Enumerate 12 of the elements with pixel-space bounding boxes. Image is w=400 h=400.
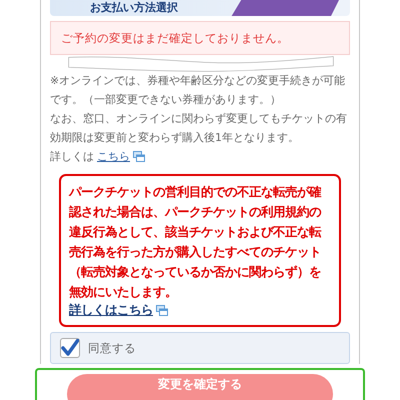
agree-label: 同意する [88, 340, 136, 356]
warning-text: パークチケットの営利目的での不正な転売が確認された場合は、パークチケットの利用規約の違反行為として、該当チケットおよび不正な転売行為を行った方が購入したすべてのチケット（転売対象となっているか否かに関わらず）を無効にいたします。 [69, 183, 322, 301]
agree-checkbox[interactable] [60, 338, 80, 358]
more-prefix: 詳しくは [50, 149, 94, 165]
new-window-icon [133, 151, 145, 162]
details-link[interactable]: 詳しくはこちら [69, 302, 153, 319]
details-link[interactable]: こちら [97, 147, 130, 166]
notice-text: ご予約の変更はまだ確定しておりません。 [61, 30, 289, 46]
info-paragraph: ※オンラインでは、券種や年齢区分などの変更手続きが可能です。（一部変更できない券種があります。） [50, 73, 346, 108]
info-paragraph: なお、窓口、オンラインに関わらず変更してもチケットの有効期限は変更前と変わらず購入後1年となります。 [50, 111, 348, 146]
new-window-icon [156, 305, 168, 316]
step-label: お支払い方法選択 [90, 0, 179, 14]
